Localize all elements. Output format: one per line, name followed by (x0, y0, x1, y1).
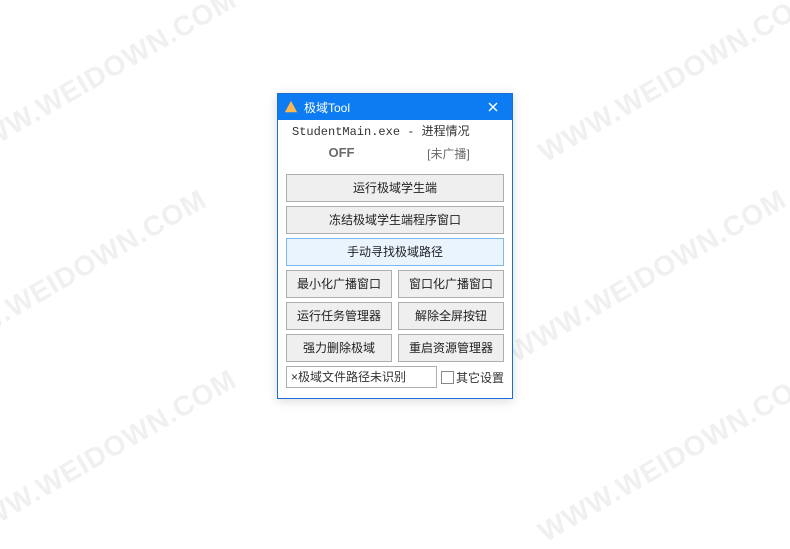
restart-explorer-button[interactable]: 重启资源管理器 (398, 334, 504, 362)
run-taskmgr-button[interactable]: 运行任务管理器 (286, 302, 392, 330)
window-title: 极域Tool (304, 99, 480, 116)
windowed-broadcast-button[interactable]: 窗口化广播窗口 (398, 270, 504, 298)
status-row: OFF [未广播] (278, 143, 512, 170)
path-status-box: ×极域文件路径未识别 (286, 366, 437, 388)
titlebar[interactable]: 极域Tool (278, 94, 512, 120)
watermark-text: WWW.WEIDOWN.COM (503, 183, 790, 368)
close-button[interactable] (480, 97, 506, 117)
watermark-text: WWW.WEIDOWN.COM (533, 363, 790, 548)
watermark-text: WWW.WEIDOWN.COM (0, 0, 242, 169)
freeze-window-button[interactable]: 冻结极域学生端程序窗口 (286, 206, 504, 234)
watermark-text: WWW.WEIDOWN.COM (0, 363, 242, 548)
app-icon (284, 100, 298, 114)
other-settings-checkbox[interactable]: 其它设置 (441, 369, 504, 386)
client-area: StudentMain.exe - 进程情况 OFF [未广播] 运行极域学生端… (278, 120, 512, 398)
manual-find-path-button[interactable]: 手动寻找极域路径 (286, 238, 504, 266)
status-broadcast: [未广播] (395, 145, 502, 162)
run-student-button[interactable]: 运行极域学生端 (286, 174, 504, 202)
app-window: 极域Tool StudentMain.exe - 进程情况 OFF [未广播] … (277, 93, 513, 399)
checkbox-icon[interactable] (441, 371, 454, 384)
minimize-broadcast-button[interactable]: 最小化广播窗口 (286, 270, 392, 298)
process-status-line: StudentMain.exe - 进程情况 (278, 120, 512, 143)
watermark-text: WWW.WEIDOWN.COM (0, 183, 212, 368)
status-off: OFF (288, 145, 395, 162)
other-settings-label: 其它设置 (456, 369, 504, 386)
force-delete-button[interactable]: 强力删除极域 (286, 334, 392, 362)
watermark-text: WWW.WEIDOWN.COM (533, 0, 790, 169)
unlock-fullscreen-button[interactable]: 解除全屏按钮 (398, 302, 504, 330)
